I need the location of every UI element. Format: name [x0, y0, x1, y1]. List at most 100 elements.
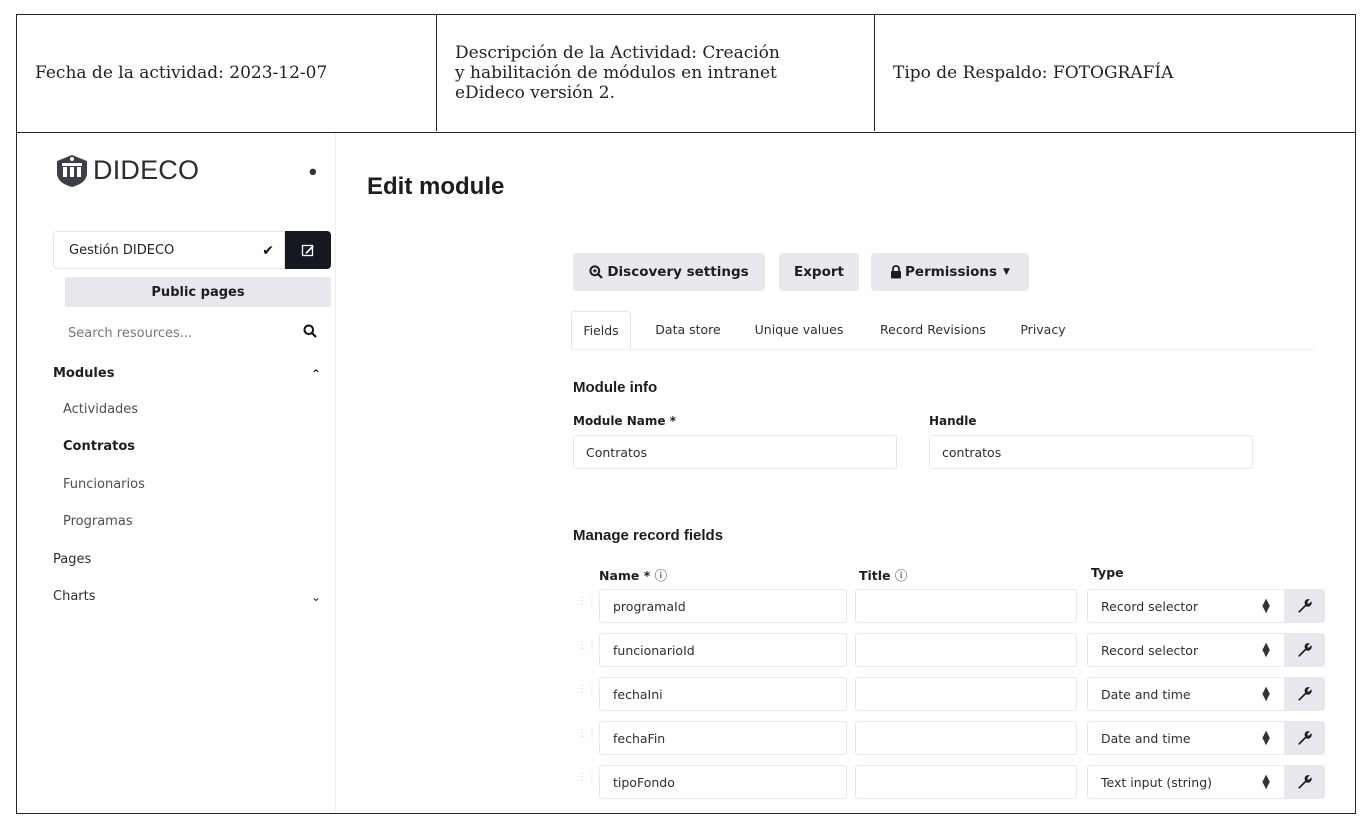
activity-date-cell: Fecha de la actividad: 2023-12-07: [17, 15, 437, 131]
drag-handle-icon[interactable]: ⋮⋮: [577, 597, 597, 611]
field-name-input[interactable]: tipoFondo: [599, 765, 847, 799]
help-icon[interactable]: ⓘ: [655, 568, 668, 583]
select-arrows-icon: ▲ ▼: [1262, 685, 1270, 703]
namespace-select[interactable]: Gestión DIDECO ✔: [53, 231, 285, 269]
drag-handle-icon[interactable]: ⋮⋮: [577, 641, 597, 655]
search-icon: [303, 324, 317, 338]
edit-icon: [301, 244, 314, 257]
wrench-icon: [1298, 731, 1312, 745]
field-type-select[interactable]: Record selector ▲ ▼: [1087, 633, 1285, 667]
discovery-settings-button[interactable]: Discovery settings: [573, 253, 765, 291]
field-title-input[interactable]: [855, 677, 1077, 711]
sidebar: DIDECO ⚫ Gestión DIDECO ✔ Public pages S…: [17, 133, 336, 813]
tab-data-store[interactable]: Data store: [643, 311, 733, 349]
public-pages-button[interactable]: Public pages: [65, 277, 331, 307]
zoom-icon: [589, 265, 604, 279]
main-content: Edit module Discovery settings Export Pe…: [335, 133, 1355, 813]
field-options-button[interactable]: [1285, 765, 1325, 799]
field-options-button[interactable]: [1285, 677, 1325, 711]
export-button[interactable]: Export: [779, 253, 859, 291]
search-placeholder: Search resources...: [68, 325, 193, 341]
handle-value: contratos: [942, 444, 1002, 460]
column-header-type: Type: [1091, 565, 1124, 580]
field-type-value: Text input (string): [1101, 774, 1213, 790]
sidebar-item-contratos[interactable]: Contratos: [53, 436, 343, 458]
wrench-icon: [1298, 599, 1312, 613]
logo-text: DIDECO: [93, 154, 200, 185]
select-arrows-icon: ▲ ▼: [1262, 597, 1270, 615]
sidebar-item-pages[interactable]: Pages: [53, 549, 333, 571]
page-title: Edit module: [367, 173, 505, 200]
chevron-down-icon: ⌄: [310, 590, 321, 604]
tab-unique-values[interactable]: Unique values: [743, 311, 855, 349]
tab-record-revisions[interactable]: Record Revisions: [867, 311, 999, 349]
pin-icon[interactable]: ⚫: [307, 165, 319, 181]
tab-privacy[interactable]: Privacy: [1009, 311, 1077, 349]
tab-fields[interactable]: Fields: [571, 311, 631, 349]
caret-down-icon: ▼: [1003, 267, 1010, 277]
sidebar-item-actividades[interactable]: Actividades: [53, 399, 343, 421]
permissions-button[interactable]: Permissions ▼: [871, 253, 1029, 291]
activity-description-line-2: y habilitación de módulos en intranet: [455, 63, 777, 83]
discovery-settings-label: Discovery settings: [607, 264, 749, 280]
backup-type: Tipo de Respaldo: FOTOGRAFÍA: [893, 63, 1174, 83]
sidebar-item-label: Programas: [63, 514, 133, 529]
handle-field[interactable]: contratos: [929, 435, 1253, 469]
app-screenshot: DIDECO ⚫ Gestión DIDECO ✔ Public pages S…: [17, 133, 1355, 813]
sidebar-item-modules[interactable]: Modules ⌃: [53, 363, 333, 385]
field-type-select[interactable]: Date and time ▲ ▼: [1087, 677, 1285, 711]
module-name-value: Contratos: [586, 444, 648, 460]
activity-description-cell: Descripción de la Actividad: Creación y …: [437, 15, 875, 131]
drag-handle-icon[interactable]: ⋮⋮: [577, 773, 597, 787]
sidebar-item-funcionarios[interactable]: Funcionarios: [53, 474, 343, 496]
column-header-name: Name * ⓘ: [599, 565, 667, 584]
field-options-button[interactable]: [1285, 721, 1325, 755]
field-row: ⋮⋮ funcionarioId Record selector ▲ ▼: [571, 631, 1331, 669]
sidebar-item-label: Charts: [53, 589, 96, 604]
field-name-value: funcionarioId: [613, 642, 695, 658]
field-options-button[interactable]: [1285, 633, 1325, 667]
field-type-select[interactable]: Text input (string) ▲ ▼: [1087, 765, 1285, 799]
field-type-value: Date and time: [1101, 686, 1191, 702]
field-type-value: Record selector: [1101, 642, 1199, 658]
field-row: ⋮⋮ tipoFondo Text input (string) ▲ ▼: [571, 763, 1331, 801]
help-icon[interactable]: ⓘ: [895, 568, 908, 583]
field-type-select[interactable]: Date and time ▲ ▼: [1087, 721, 1285, 755]
column-title-label: Title: [859, 568, 891, 583]
field-name-input[interactable]: funcionarioId: [599, 633, 847, 667]
field-row: ⋮⋮ fechaIni Date and time ▲ ▼: [571, 675, 1331, 713]
handle-label: Handle: [929, 414, 977, 428]
field-row: ⋮⋮ programaId Record selector ▲ ▼: [571, 587, 1331, 625]
drag-handle-icon[interactable]: ⋮⋮: [577, 729, 597, 743]
drag-handle-icon[interactable]: ⋮⋮: [577, 685, 597, 699]
field-title-input[interactable]: [855, 765, 1077, 799]
field-title-input[interactable]: [855, 589, 1077, 623]
sidebar-item-label: Actividades: [63, 402, 139, 417]
field-title-input[interactable]: [855, 633, 1077, 667]
export-label: Export: [794, 264, 844, 280]
edit-namespace-button[interactable]: [285, 231, 331, 269]
backup-type-cell: Tipo de Respaldo: FOTOGRAFÍA: [875, 15, 1355, 131]
field-type-select[interactable]: Record selector ▲ ▼: [1087, 589, 1285, 623]
namespace-value: Gestión DIDECO: [69, 242, 175, 258]
select-arrows-icon: ▲ ▼: [1262, 729, 1270, 747]
lock-icon: [891, 265, 902, 279]
field-name-value: programaId: [613, 598, 686, 614]
wrench-icon: [1298, 687, 1312, 701]
field-title-input[interactable]: [855, 721, 1077, 755]
select-arrows-icon: ▲ ▼: [1262, 773, 1270, 791]
field-name-input[interactable]: fechaFin: [599, 721, 847, 755]
module-name-field[interactable]: Contratos: [573, 435, 897, 469]
activity-description-line-3: eDideco versión 2.: [455, 83, 615, 103]
sidebar-item-programas[interactable]: Programas: [53, 511, 343, 533]
sidebar-item-label: Contratos: [63, 439, 136, 454]
logo[interactable]: DIDECO: [53, 151, 199, 189]
field-name-input[interactable]: fechaIni: [599, 677, 847, 711]
wrench-icon: [1298, 775, 1312, 789]
field-name-input[interactable]: programaId: [599, 589, 847, 623]
sidebar-item-label: Funcionarios: [63, 477, 145, 492]
sidebar-item-charts[interactable]: Charts ⌄: [53, 586, 333, 608]
field-type-value: Date and time: [1101, 730, 1191, 746]
search-resources-input[interactable]: Search resources...: [53, 315, 331, 351]
field-options-button[interactable]: [1285, 589, 1325, 623]
